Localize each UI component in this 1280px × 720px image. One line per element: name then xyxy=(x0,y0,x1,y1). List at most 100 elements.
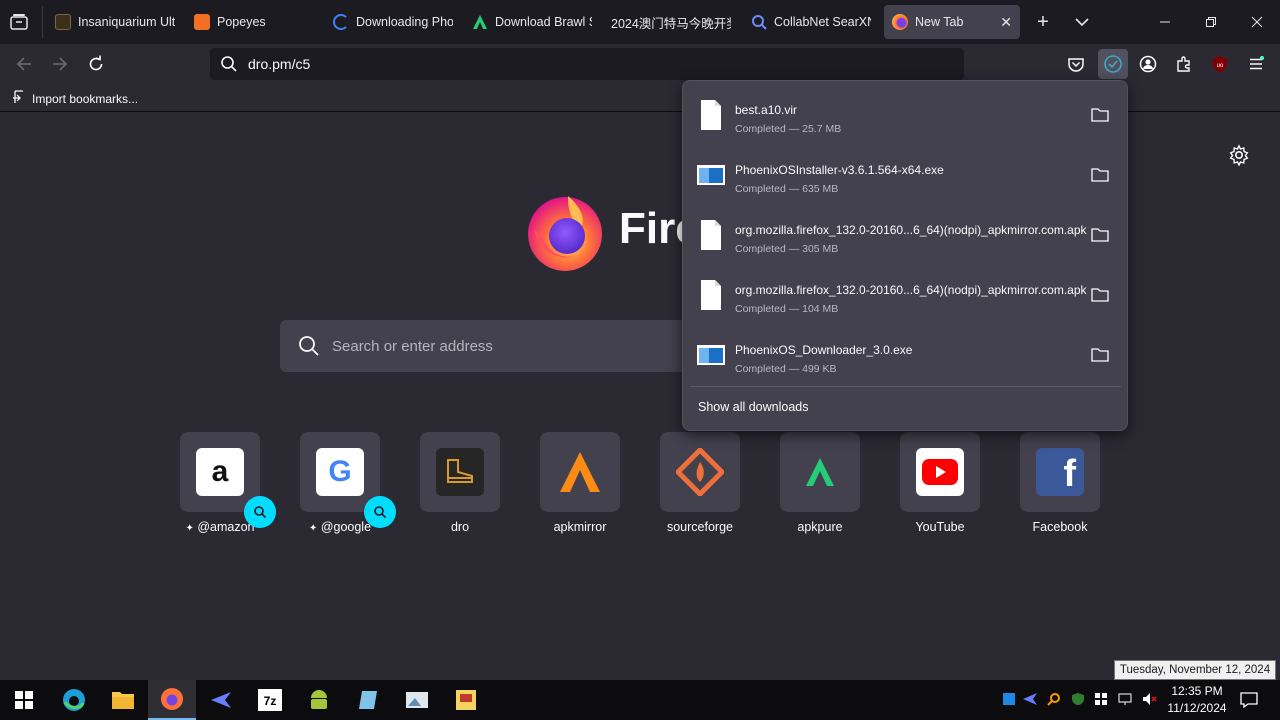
url-bar[interactable]: dro.pm/c5 xyxy=(210,48,964,80)
reload-button[interactable] xyxy=(84,52,108,76)
shortcut-amazon[interactable]: a ✦ @amazon xyxy=(180,432,276,534)
tab-popeyes[interactable]: Popeyes xyxy=(194,5,314,39)
tab-label: New Tab xyxy=(915,15,964,29)
tab-downloading[interactable]: Downloading Pho xyxy=(333,5,453,39)
search-badge-icon xyxy=(364,496,396,528)
extensions-icon[interactable] xyxy=(1172,52,1196,76)
tray-security-icon[interactable] xyxy=(1069,690,1087,708)
downloads-button[interactable] xyxy=(1098,49,1128,79)
import-bookmarks-button[interactable]: Import bookmarks... xyxy=(12,90,138,107)
tab-strip: Insaniquarium Ulti Popeyes Downloading P… xyxy=(0,0,1280,44)
shortcut-apkpure[interactable]: apkpure xyxy=(780,432,860,534)
plane-app-icon[interactable] xyxy=(197,680,245,720)
back-button[interactable] xyxy=(12,52,36,76)
shortcut-dro[interactable]: dro xyxy=(420,432,500,534)
download-item[interactable]: PhoenixOS_Downloader_3.0.exe Completed —… xyxy=(683,325,1129,385)
restore-button[interactable] xyxy=(1188,0,1234,44)
minimize-button[interactable] xyxy=(1142,0,1188,44)
folder-icon[interactable] xyxy=(1091,167,1109,183)
close-tab-icon[interactable]: ✕ xyxy=(1000,14,1012,31)
tray-app-icon[interactable] xyxy=(1000,690,1018,708)
tab-insaniquarium[interactable]: Insaniquarium Ulti xyxy=(55,5,175,39)
forward-button[interactable] xyxy=(48,52,72,76)
tray-plane-icon[interactable] xyxy=(1021,690,1039,708)
tab-new-tab[interactable]: New Tab ✕ xyxy=(884,5,1020,39)
tray-search-icon[interactable] xyxy=(1045,690,1063,708)
tab-brawl[interactable]: Download Brawl S xyxy=(472,5,592,39)
shortcut-label: YouTube xyxy=(915,520,965,534)
file-icon xyxy=(697,99,725,131)
shortcut-label: dro xyxy=(450,520,470,534)
shortcut-facebook[interactable]: f Facebook xyxy=(1020,432,1100,534)
svg-text:7z: 7z xyxy=(264,694,277,708)
download-filename: PhoenixOSInstaller-v3.6.1.564-x64.exe xyxy=(735,163,944,177)
folder-icon[interactable] xyxy=(1091,347,1109,363)
installer-icon[interactable] xyxy=(442,680,490,720)
notepad-icon[interactable] xyxy=(344,680,392,720)
pin-icon: ✦ xyxy=(308,523,318,534)
exe-icon xyxy=(697,159,725,191)
navigation-toolbar: dro.pm/c5 uo xyxy=(0,44,1280,84)
download-filename: org.mozilla.firefox_132.0-20160...6_64)(… xyxy=(735,283,1087,297)
shortcut-youtube[interactable]: YouTube xyxy=(900,432,980,534)
shortcut-sourceforge[interactable]: sourceforge xyxy=(660,432,740,534)
url-text: dro.pm/c5 xyxy=(248,56,311,72)
pocket-icon[interactable] xyxy=(1064,52,1088,76)
android-icon[interactable] xyxy=(295,680,343,720)
sourceforge-icon xyxy=(676,448,724,496)
shortcut-label: @amazon xyxy=(197,520,255,534)
download-item[interactable]: org.mozilla.firefox_132.0-20160...6_64)(… xyxy=(683,265,1129,325)
search-icon xyxy=(220,55,238,73)
download-item[interactable]: org.mozilla.firefox_132.0-20160...6_64)(… xyxy=(683,205,1129,265)
shortcut-label: apkmirror xyxy=(553,520,607,534)
start-button[interactable] xyxy=(0,680,48,720)
file-explorer-icon[interactable] xyxy=(99,680,147,720)
shortcut-label: Facebook xyxy=(1032,520,1088,534)
amazon-icon: a xyxy=(196,448,244,496)
divider xyxy=(691,386,1121,387)
tab-label: Insaniquarium Ulti xyxy=(78,15,175,29)
folder-icon[interactable] xyxy=(1091,287,1109,303)
search-badge-icon xyxy=(244,496,276,528)
search-placeholder: Search or enter address xyxy=(332,337,493,355)
new-tab-button[interactable]: + xyxy=(1031,10,1055,34)
download-item[interactable]: best.a10.vir Completed — 25.7 MB xyxy=(683,85,1129,145)
tab-label: 2024澳门特马今晚开奖 xyxy=(611,16,731,31)
shortcut-label: @google xyxy=(320,520,372,534)
image-viewer-icon[interactable] xyxy=(393,680,441,720)
menu-icon[interactable] xyxy=(1244,52,1268,76)
clock[interactable]: 12:35 PM 11/12/2024 xyxy=(1162,683,1232,717)
tab-searxng[interactable]: CollabNet SearXN xyxy=(751,5,871,39)
taskbar: 7z 12:35 PM 11/12/2024 xyxy=(0,680,1280,720)
firefox-taskbar-icon[interactable] xyxy=(148,680,196,720)
download-item[interactable]: PhoenixOSInstaller-v3.6.1.564-x64.exe Co… xyxy=(683,145,1129,205)
searxng-icon xyxy=(751,14,767,30)
search-icon xyxy=(298,335,320,357)
ublock-icon[interactable]: uo xyxy=(1208,52,1232,76)
shortcut-apkmirror[interactable]: apkmirror xyxy=(540,432,620,534)
loading-icon xyxy=(333,14,349,30)
notifications-icon[interactable] xyxy=(1240,691,1258,709)
folder-icon[interactable] xyxy=(1091,227,1109,243)
close-window-button[interactable] xyxy=(1234,0,1280,44)
7zip-icon[interactable]: 7z xyxy=(246,680,294,720)
tab-overview-icon[interactable] xyxy=(8,11,30,33)
download-status: Completed — 635 MB xyxy=(735,183,839,195)
gear-icon[interactable] xyxy=(1228,144,1250,167)
svg-text:uo: uo xyxy=(1217,63,1224,69)
exe-icon xyxy=(697,339,725,371)
download-filename: best.a10.vir xyxy=(735,103,798,117)
network-icon[interactable] xyxy=(1116,690,1134,708)
tray-windows-security-icon[interactable] xyxy=(1092,690,1110,708)
clock-date: 11/12/2024 xyxy=(1167,701,1227,715)
tab-list-chevron-icon[interactable] xyxy=(1070,10,1094,34)
volume-muted-icon[interactable] xyxy=(1141,690,1159,708)
edge-icon[interactable] xyxy=(50,680,98,720)
tab-divider xyxy=(42,6,43,38)
folder-icon[interactable] xyxy=(1091,107,1109,123)
show-all-downloads-button[interactable]: Show all downloads xyxy=(698,400,809,414)
tab-lottery[interactable]: 2024澳门特马今晚开奖 xyxy=(611,5,731,39)
shortcut-google[interactable]: G ✦ @google xyxy=(300,432,396,534)
account-icon[interactable] xyxy=(1136,52,1160,76)
download-filename: org.mozilla.firefox_132.0-20160...6_64)(… xyxy=(735,223,1087,237)
